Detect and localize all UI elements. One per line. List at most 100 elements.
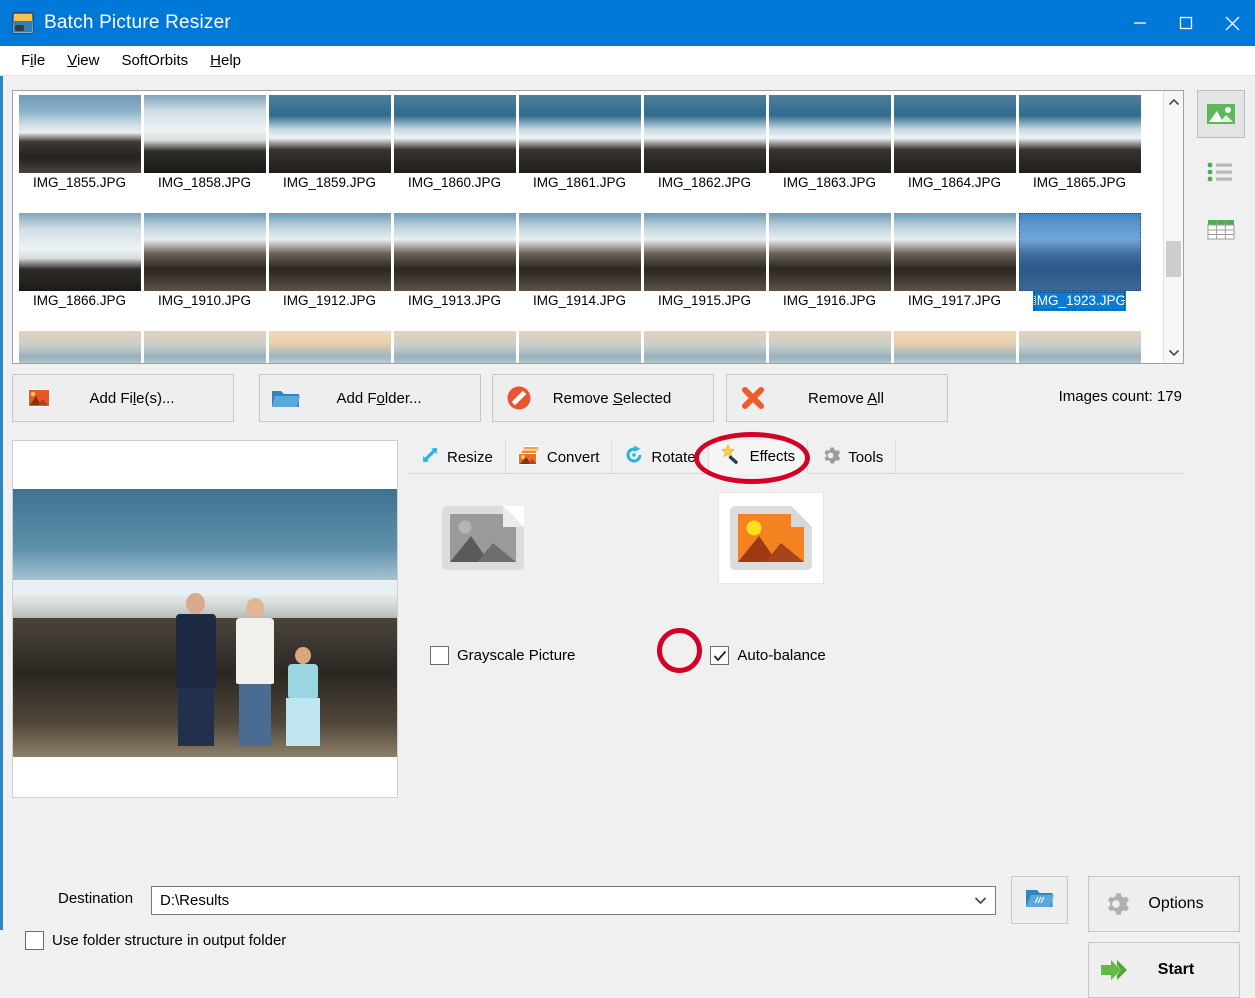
settings-tab-panel: Resize Convert Rotate Effects Tools Gray… xyxy=(408,440,1184,798)
thumbnail-item[interactable]: IMG_1910.JPG xyxy=(142,213,267,331)
thumbnail-label: IMG_1917.JPG xyxy=(907,293,1002,308)
tab-effects[interactable]: Effects xyxy=(708,440,809,474)
thumbnail-item[interactable] xyxy=(17,331,142,363)
grayscale-picture-icon xyxy=(442,506,524,570)
tab-tools[interactable]: Tools xyxy=(808,440,897,474)
thumbnail-item[interactable] xyxy=(517,331,642,363)
picture-icon xyxy=(1207,104,1235,124)
minimize-button[interactable] xyxy=(1117,0,1163,46)
check-icon xyxy=(713,650,727,661)
menu-item-help[interactable]: Help xyxy=(199,49,252,72)
thumbnail-row xyxy=(17,331,1163,363)
add-folder-button[interactable]: Add Folder... xyxy=(259,374,481,422)
tab-resize[interactable]: Resize xyxy=(408,440,506,474)
thumbnail-item[interactable]: IMG_1915.JPG xyxy=(642,213,767,331)
destination-value[interactable]: D:\Results xyxy=(160,892,974,909)
effect-preset-grayscale[interactable] xyxy=(430,492,536,584)
thumbnail-label: IMG_1860.JPG xyxy=(407,175,502,190)
thumbnail-panel[interactable]: IMG_1855.JPG IMG_1858.JPG IMG_1859.JPG I… xyxy=(12,90,1184,364)
thumbnail-image xyxy=(893,213,1016,291)
thumbnail-label: IMG_1910.JPG xyxy=(157,293,252,308)
thumbnail-image xyxy=(768,213,891,291)
add-files-button[interactable]: Add File(s)... xyxy=(12,374,234,422)
remove-all-label: Remove All xyxy=(808,389,884,407)
remove-selected-button[interactable]: Remove Selected xyxy=(492,374,714,422)
close-button[interactable] xyxy=(1209,0,1255,46)
menu-item-file[interactable]: File xyxy=(10,49,56,72)
checkbox-box-checked[interactable] xyxy=(710,646,730,665)
thumbnail-item[interactable]: IMG_1855.JPG xyxy=(17,95,142,213)
thumbnail-item[interactable]: IMG_1916.JPG xyxy=(767,213,892,331)
effects-preset-row xyxy=(430,492,824,584)
image-preview-panel[interactable] xyxy=(12,440,398,798)
scroll-up-icon[interactable] xyxy=(1164,91,1183,113)
browse-folder-button[interactable] xyxy=(1011,876,1068,924)
scrollbar-thumb[interactable] xyxy=(1166,241,1181,277)
menu-item-view[interactable]: View xyxy=(56,49,110,72)
thumbnail-item[interactable] xyxy=(1017,331,1142,363)
add-folder-label: Add Folder... xyxy=(336,389,422,407)
thumbnail-image xyxy=(143,331,266,363)
autobalance-label: Auto-balance xyxy=(737,647,826,664)
magic-wand-icon xyxy=(720,443,743,470)
thumbnail-item[interactable]: IMG_1913.JPG xyxy=(392,213,517,331)
remove-all-button[interactable]: Remove All xyxy=(726,374,948,422)
thumbnail-item-selected[interactable]: IMG_1923.JPG xyxy=(1017,213,1142,331)
checkbox-box[interactable] xyxy=(430,646,449,665)
thumbnail-item[interactable]: IMG_1917.JPG xyxy=(892,213,1017,331)
forbidden-icon xyxy=(493,385,545,411)
tab-rotate[interactable]: Rotate xyxy=(612,440,709,474)
checkbox-box[interactable] xyxy=(25,931,44,950)
thumbnail-item[interactable] xyxy=(267,331,392,363)
view-mode-list[interactable] xyxy=(1197,148,1245,196)
tab-convert[interactable]: Convert xyxy=(506,440,613,474)
thumbnail-item[interactable]: IMG_1865.JPG xyxy=(1017,95,1142,213)
thumbnail-item[interactable]: IMG_1912.JPG xyxy=(267,213,392,331)
thumbnail-image xyxy=(768,95,891,173)
thumbnail-item[interactable]: IMG_1861.JPG xyxy=(517,95,642,213)
thumbnail-image xyxy=(268,213,391,291)
grayscale-checkbox[interactable]: Grayscale Picture xyxy=(430,646,575,665)
thumbnail-item[interactable]: IMG_1866.JPG xyxy=(17,213,142,331)
thumbnail-item[interactable]: IMG_1862.JPG xyxy=(642,95,767,213)
start-label: Start xyxy=(1157,961,1195,978)
thumbnail-item[interactable]: IMG_1914.JPG xyxy=(517,213,642,331)
autobalance-checkbox[interactable]: Auto-balance xyxy=(710,646,826,665)
scroll-down-icon[interactable] xyxy=(1164,341,1183,363)
view-mode-table[interactable] xyxy=(1197,206,1245,254)
resize-arrow-icon xyxy=(420,445,440,469)
thumbnail-item[interactable] xyxy=(767,331,892,363)
thumbnail-item[interactable]: IMG_1858.JPG xyxy=(142,95,267,213)
thumbnail-item[interactable]: IMG_1859.JPG xyxy=(267,95,392,213)
thumbnail-item[interactable] xyxy=(142,331,267,363)
thumbnail-item[interactable]: IMG_1864.JPG xyxy=(892,95,1017,213)
thumbnail-scrollbar[interactable] xyxy=(1163,91,1183,363)
thumbnail-image xyxy=(893,95,1016,173)
effect-preset-color[interactable] xyxy=(718,492,824,584)
thumbnail-image xyxy=(18,213,141,291)
maximize-button[interactable] xyxy=(1163,0,1209,46)
destination-combobox[interactable]: D:\Results xyxy=(151,886,996,915)
thumbnail-image xyxy=(518,95,641,173)
thumbnail-image xyxy=(1018,95,1141,173)
thumbnail-label: IMG_1862.JPG xyxy=(657,175,752,190)
thumbnail-item[interactable] xyxy=(892,331,1017,363)
start-button[interactable]: Start xyxy=(1088,942,1240,998)
folder-structure-checkbox[interactable]: Use folder structure in output folder xyxy=(25,931,286,950)
thumbnail-image xyxy=(268,95,391,173)
options-label: Options xyxy=(1148,895,1204,912)
thumbnail-item[interactable]: IMG_1863.JPG xyxy=(767,95,892,213)
menu-item-softorbits[interactable]: SoftOrbits xyxy=(110,49,199,72)
preview-figure xyxy=(228,598,282,747)
thumbnail-item[interactable]: IMG_1860.JPG xyxy=(392,95,517,213)
thumbnail-image xyxy=(518,331,641,363)
folder-icon xyxy=(260,387,312,410)
effects-checkbox-row: Grayscale Picture Auto-balance xyxy=(430,646,826,665)
thumbnail-label: IMG_1913.JPG xyxy=(407,293,502,308)
tab-rotate-label: Rotate xyxy=(651,448,696,466)
chevron-down-icon[interactable] xyxy=(974,892,987,909)
options-button[interactable]: Options xyxy=(1088,876,1240,932)
view-mode-thumbnail[interactable] xyxy=(1197,90,1245,138)
thumbnail-item[interactable] xyxy=(392,331,517,363)
thumbnail-item[interactable] xyxy=(642,331,767,363)
